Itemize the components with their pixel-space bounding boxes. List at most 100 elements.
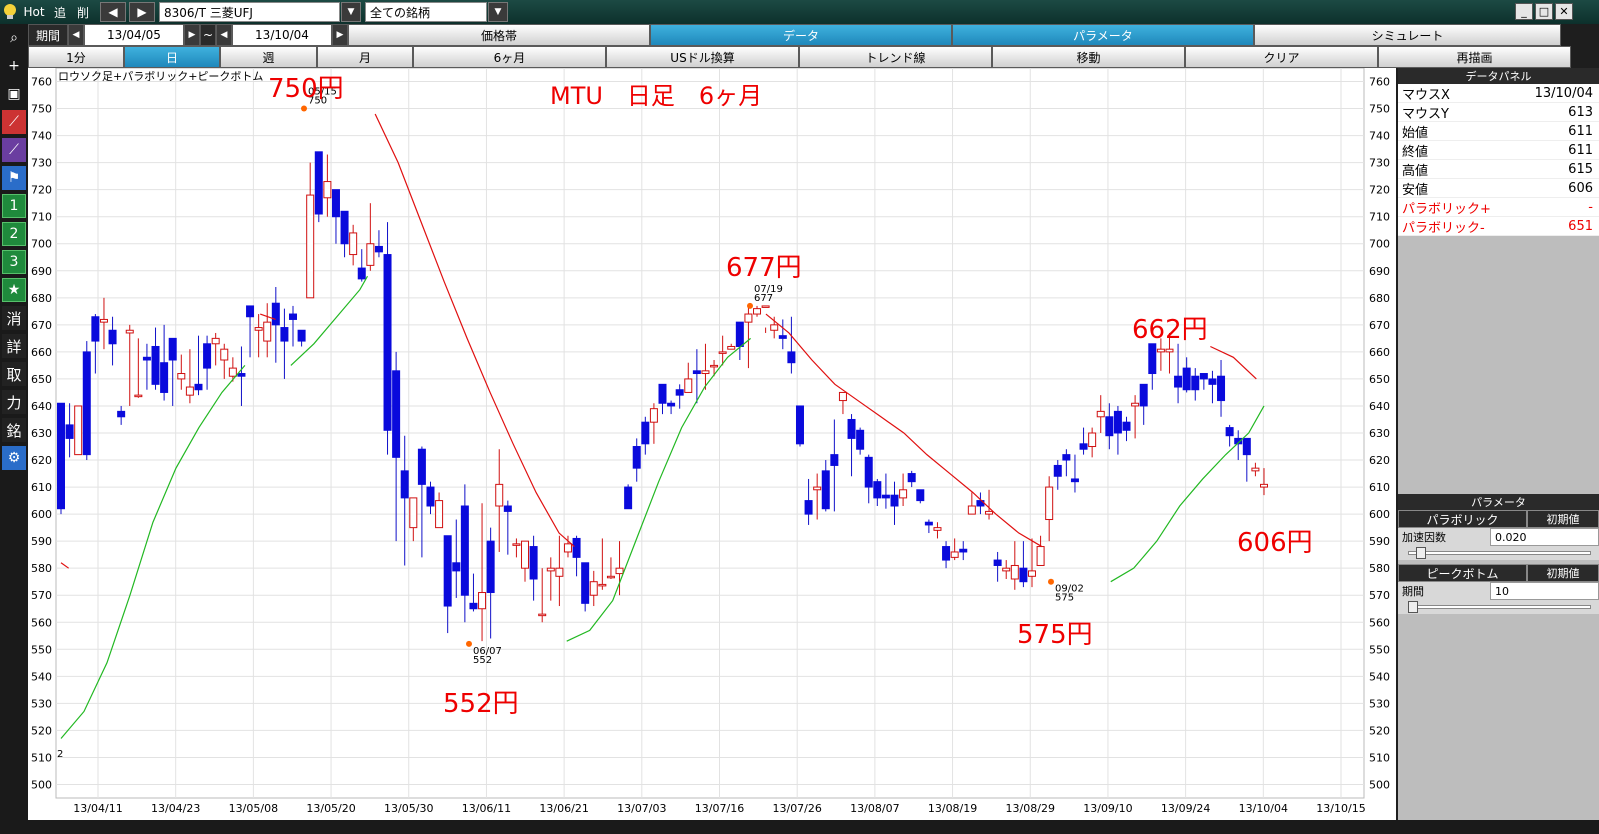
accel-slider-handle[interactable] xyxy=(1416,547,1426,559)
period-end-next-icon[interactable]: ▶ xyxy=(332,24,348,46)
camera-icon[interactable]: ▣ xyxy=(2,82,26,106)
timeframe-1min[interactable]: 1分 xyxy=(28,46,124,68)
period-start-field[interactable]: 13/04/05 xyxy=(84,24,184,46)
candle-body xyxy=(795,405,804,445)
x-tick-label: 13/08/07 xyxy=(850,802,899,815)
tab-simulate[interactable]: シミュレート xyxy=(1254,24,1561,46)
minimize-icon[interactable]: _ xyxy=(1515,3,1533,20)
candlestick-chart[interactable]: 500 500 510 510 520 520 530 530 540 540 550 550 560 5… xyxy=(28,67,1396,820)
preset-1-button[interactable]: 1 xyxy=(2,194,26,218)
data-row-3: 終値 611 xyxy=(1398,141,1599,160)
move-button[interactable]: 移動 xyxy=(992,46,1185,68)
close-icon[interactable]: ✕ xyxy=(1555,3,1573,20)
symbol-field[interactable]: 8306/T 三菱UFJ xyxy=(159,2,340,22)
star-icon[interactable]: ★ xyxy=(2,278,26,302)
universe-dropdown-icon[interactable]: ▼ xyxy=(488,2,508,22)
data-row-value: - xyxy=(1588,199,1593,215)
candle-body xyxy=(649,408,658,423)
lightbulb-icon[interactable] xyxy=(2,2,18,22)
timeframe-month[interactable]: 月 xyxy=(317,46,413,68)
x-tick-label: 13/04/23 xyxy=(151,802,200,815)
accel-input[interactable]: 0.020 xyxy=(1490,528,1599,546)
period-label: 期間 xyxy=(28,24,68,46)
parabolic-header: パラボリック xyxy=(1398,510,1527,528)
x-tick-label: 13/07/16 xyxy=(695,802,744,815)
candle-body xyxy=(924,521,933,526)
period-slider[interactable] xyxy=(1398,600,1599,614)
candle-body xyxy=(1139,383,1148,407)
timeframe-week[interactable]: 週 xyxy=(220,46,317,68)
side-button-2[interactable]: 取 xyxy=(2,362,26,386)
parabolic-init-button[interactable]: 初期値 xyxy=(1527,510,1599,528)
y-tick-label-right: 570 xyxy=(1369,589,1390,602)
side-button-0[interactable]: 消 xyxy=(2,306,26,330)
candle-body xyxy=(323,181,332,199)
period-start-prev-icon[interactable]: ◀ xyxy=(68,24,84,46)
candle-body xyxy=(512,543,521,546)
universe-field[interactable]: 全ての銘柄 xyxy=(365,2,487,22)
data-row-label: 高値 xyxy=(1402,163,1429,179)
y-tick-label-left: 570 xyxy=(31,589,52,602)
add-button[interactable]: 追 xyxy=(50,2,70,22)
candle-body xyxy=(899,489,908,499)
side-button-4[interactable]: 銘 xyxy=(2,418,26,442)
period-end-field[interactable]: 13/10/04 xyxy=(232,24,332,46)
candle-body xyxy=(916,489,925,502)
data-row-label: マウスY xyxy=(1402,106,1449,122)
peakbottom-init-button[interactable]: 初期値 xyxy=(1527,564,1599,582)
tab-parameter[interactable]: パラメータ xyxy=(952,24,1254,46)
candle-body xyxy=(99,318,108,323)
y-tick-label-left: 760 xyxy=(31,76,52,89)
clear-button[interactable]: クリア xyxy=(1185,46,1378,68)
y-tick-label-left: 690 xyxy=(31,265,52,278)
prev-arrow-icon[interactable]: ◀ xyxy=(100,2,126,22)
delete-button[interactable]: 削 xyxy=(72,2,94,22)
flag-icon[interactable]: ⚑ xyxy=(2,166,26,190)
side-button-3[interactable]: 力 xyxy=(2,390,26,414)
period-slider-handle[interactable] xyxy=(1408,601,1418,613)
tab-data[interactable]: データ xyxy=(650,24,952,46)
chart-red-icon[interactable]: ⟋ xyxy=(2,110,26,134)
chart-area[interactable]: 500 500 510 510 520 520 530 530 540 540 550 550 560 5… xyxy=(28,67,1396,820)
preset-3-button[interactable]: 3 xyxy=(2,250,26,274)
y-tick-label-right: 700 xyxy=(1369,238,1390,251)
candle-body xyxy=(426,486,435,507)
search-icon[interactable]: ⌕ xyxy=(2,26,26,50)
x-tick-label: 13/05/20 xyxy=(306,802,355,815)
data-row-value: 615 xyxy=(1568,161,1593,177)
timeframe-day[interactable]: 日 xyxy=(124,46,220,68)
candle-body xyxy=(246,305,255,318)
side-button-1[interactable]: 詳 xyxy=(2,334,26,358)
data-row-label: パラボリック- xyxy=(1402,220,1485,236)
gear-icon[interactable]: ⚙ xyxy=(2,446,26,470)
y-tick-label-left: 500 xyxy=(31,778,52,791)
candle-body xyxy=(117,410,126,418)
redraw-button[interactable]: 再描画 xyxy=(1378,46,1571,68)
preset-2-button[interactable]: 2 xyxy=(2,222,26,246)
candle-body xyxy=(1105,416,1114,437)
chart-purple-icon[interactable]: ⟋ xyxy=(2,138,26,162)
accel-slider[interactable] xyxy=(1398,546,1599,560)
candle-body xyxy=(1019,567,1028,583)
period-param-input[interactable]: 10 xyxy=(1490,582,1599,600)
symbol-dropdown-icon[interactable]: ▼ xyxy=(341,2,361,22)
usd-convert-button[interactable]: USドル換算 xyxy=(606,46,799,68)
candle-body xyxy=(735,321,744,347)
candle-body xyxy=(847,418,856,439)
period-start-next-icon[interactable]: ▶ xyxy=(184,24,200,46)
candle-body xyxy=(1079,443,1088,450)
crosshair-icon[interactable]: + xyxy=(2,54,26,78)
maximize-icon[interactable]: □ xyxy=(1535,3,1553,20)
period-end-prev-icon[interactable]: ◀ xyxy=(216,24,232,46)
next-arrow-icon[interactable]: ▶ xyxy=(129,2,155,22)
data-row-4: 高値 615 xyxy=(1398,160,1599,179)
hot-button[interactable]: Hot xyxy=(20,2,48,22)
price-annotation: 750円 xyxy=(268,74,344,104)
trendline-button[interactable]: トレンド線 xyxy=(799,46,992,68)
candle-body xyxy=(254,327,263,331)
candle-body xyxy=(632,446,641,469)
tab-price-band[interactable]: 価格帯 xyxy=(348,24,650,46)
timeframe-6month[interactable]: 6ヶ月 xyxy=(413,46,606,68)
candle-body xyxy=(830,454,839,466)
candle-body xyxy=(1070,478,1079,483)
